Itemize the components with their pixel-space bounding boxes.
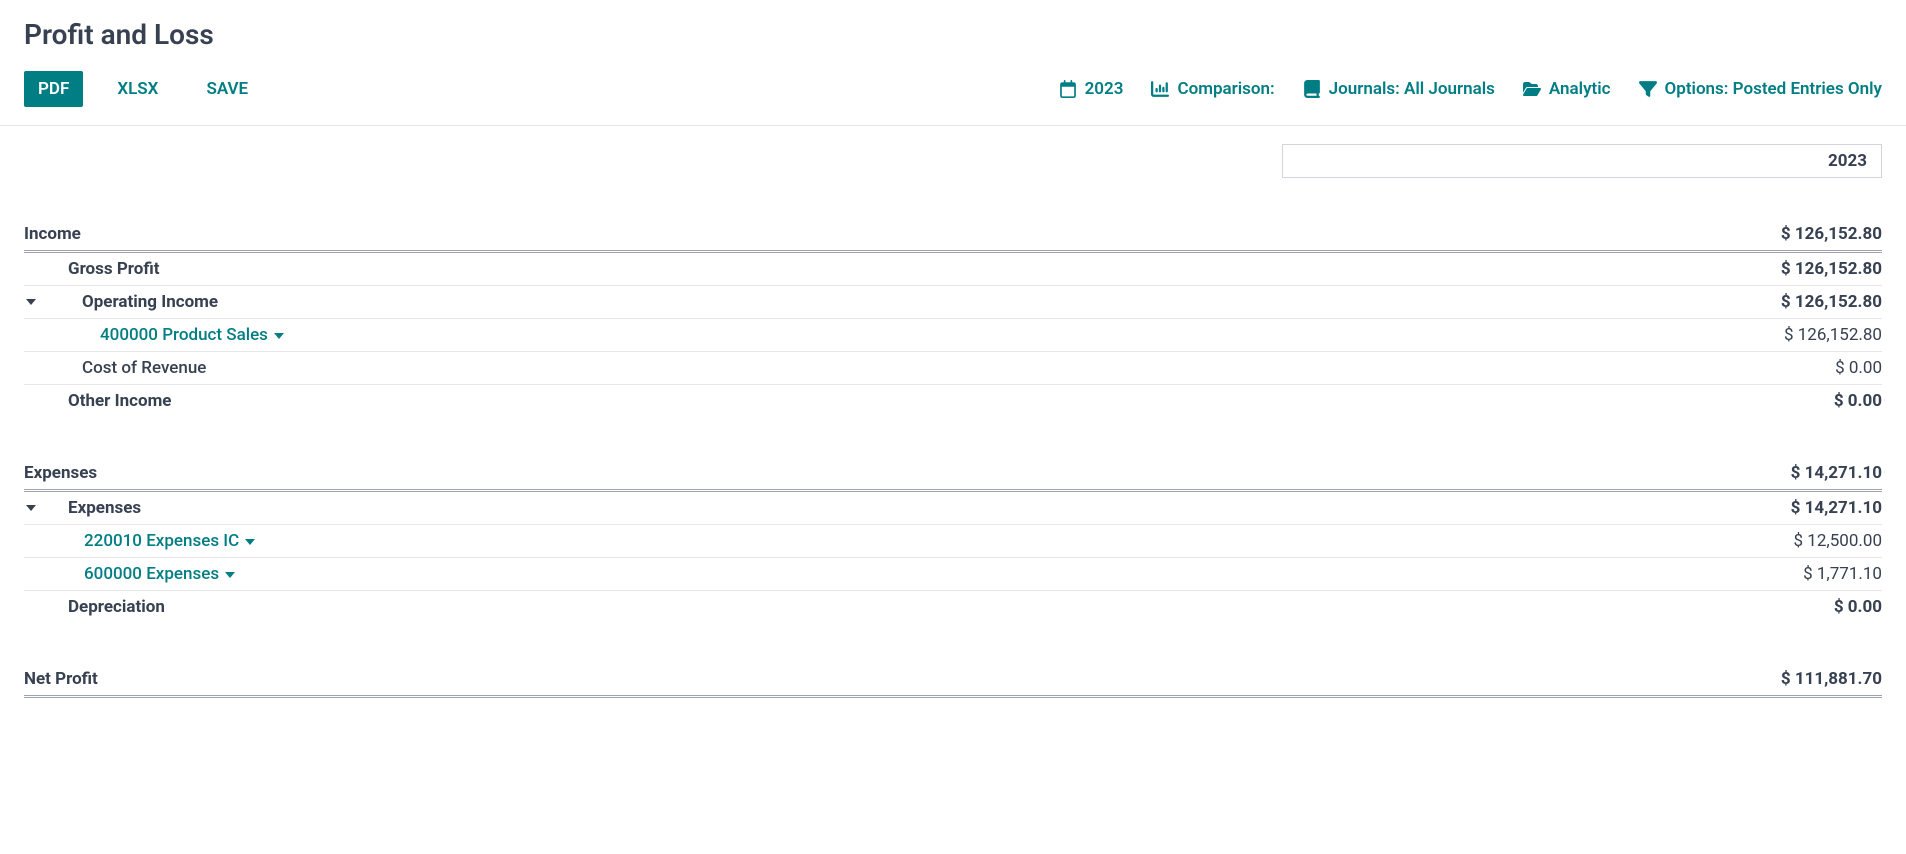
journals-filter-label: Journals: All Journals [1329, 79, 1495, 99]
other-income-label: Other Income [24, 391, 1834, 411]
net-profit-section: Net Profit $ 111,881.70 [24, 663, 1882, 698]
save-button[interactable]: SAVE [192, 71, 262, 107]
book-icon [1303, 80, 1321, 98]
cost-of-revenue-value: $ 0.00 [1835, 358, 1882, 378]
expenses-ic-value: $ 12,500.00 [1794, 531, 1882, 551]
expenses-ic-link[interactable]: 220010 Expenses IC [84, 531, 255, 551]
expenses-sub-value: $ 14,271.10 [1791, 498, 1882, 518]
cost-of-revenue-row[interactable]: Cost of Revenue $ 0.00 [24, 352, 1882, 385]
other-income-value: $ 0.00 [1834, 391, 1882, 411]
income-value: $ 126,152.80 [1781, 224, 1882, 244]
period-filter-label: 2023 [1085, 79, 1124, 99]
expenses-sub-label: Expenses [68, 498, 141, 518]
income-section: Income $ 126,152.80 Gross Profit $ 126,1… [24, 218, 1882, 417]
journals-filter[interactable]: Journals: All Journals [1303, 79, 1495, 99]
depreciation-row[interactable]: Depreciation $ 0.00 [24, 591, 1882, 623]
expenses-ic-row[interactable]: 220010 Expenses IC $ 12,500.00 [24, 525, 1882, 558]
expenses-header-row[interactable]: Expenses $ 14,271.10 [24, 457, 1882, 492]
analytic-filter[interactable]: Analytic [1523, 79, 1611, 99]
pdf-button[interactable]: PDF [24, 71, 83, 107]
options-filter-label: Options: Posted Entries Only [1665, 79, 1882, 99]
gross-profit-row[interactable]: Gross Profit $ 126,152.80 [24, 253, 1882, 286]
net-profit-label: Net Profit [24, 669, 1781, 689]
calendar-icon [1059, 80, 1077, 98]
product-sales-link[interactable]: 400000 Product Sales [100, 325, 284, 345]
income-header-row[interactable]: Income $ 126,152.80 [24, 218, 1882, 253]
product-sales-row[interactable]: 400000 Product Sales $ 126,152.80 [24, 319, 1882, 352]
filter-icon [1639, 80, 1657, 98]
expenses-600000-link[interactable]: 600000 Expenses [84, 564, 235, 584]
analytic-filter-label: Analytic [1549, 79, 1611, 99]
operating-income-value: $ 126,152.80 [1781, 292, 1882, 312]
folder-open-icon [1523, 80, 1541, 98]
other-income-row[interactable]: Other Income $ 0.00 [24, 385, 1882, 417]
net-profit-row[interactable]: Net Profit $ 111,881.70 [24, 663, 1882, 698]
operating-income-row[interactable]: Operating Income $ 126,152.80 [24, 286, 1882, 319]
expenses-value: $ 14,271.10 [1791, 463, 1882, 483]
gross-profit-value: $ 126,152.80 [1781, 259, 1882, 279]
gross-profit-label: Gross Profit [24, 259, 1781, 279]
expenses-600000-row[interactable]: 600000 Expenses $ 1,771.10 [24, 558, 1882, 591]
bar-chart-icon [1151, 80, 1169, 98]
depreciation-label: Depreciation [24, 597, 1834, 617]
caret-down-icon [245, 539, 255, 545]
options-filter[interactable]: Options: Posted Entries Only [1639, 79, 1882, 99]
expenses-label: Expenses [24, 463, 1791, 483]
cost-of-revenue-label: Cost of Revenue [24, 358, 1835, 378]
caret-down-icon [225, 572, 235, 578]
product-sales-value: $ 126,152.80 [1784, 325, 1882, 345]
xlsx-button[interactable]: XLSX [103, 71, 172, 107]
column-header-year: 2023 [1282, 144, 1882, 178]
expenses-sub-row[interactable]: Expenses $ 14,271.10 [24, 492, 1882, 525]
caret-down-icon[interactable] [26, 299, 36, 305]
operating-income-label: Operating Income [68, 292, 218, 312]
expenses-section: Expenses $ 14,271.10 Expenses $ 14,271.1… [24, 457, 1882, 623]
comparison-filter[interactable]: Comparison: [1151, 79, 1274, 99]
caret-down-icon[interactable] [26, 505, 36, 511]
page-title: Profit and Loss [24, 18, 1882, 51]
caret-down-icon [274, 333, 284, 339]
net-profit-value: $ 111,881.70 [1781, 669, 1882, 689]
expenses-600000-value: $ 1,771.10 [1803, 564, 1882, 584]
comparison-filter-label: Comparison: [1177, 79, 1274, 99]
period-filter[interactable]: 2023 [1059, 79, 1124, 99]
income-label: Income [24, 224, 1781, 244]
toolbar: PDF XLSX SAVE 2023 Comparison: Journals:… [0, 71, 1906, 126]
depreciation-value: $ 0.00 [1834, 597, 1882, 617]
